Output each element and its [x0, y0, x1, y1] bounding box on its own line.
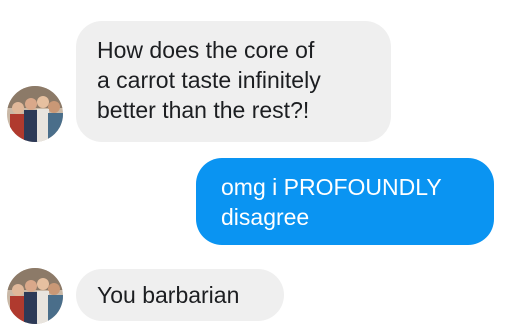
outgoing-message-bubble[interactable]: omg i PROFOUNDLY disagree: [196, 158, 494, 245]
sender-avatar[interactable]: [7, 268, 63, 324]
incoming-message-bubble[interactable]: You barbarian: [76, 269, 284, 321]
group-photo-avatar-icon: [7, 268, 63, 324]
incoming-message-bubble[interactable]: How does the core of a carrot taste infi…: [76, 21, 391, 142]
sender-avatar[interactable]: [7, 86, 63, 142]
group-photo-avatar-icon: [7, 86, 63, 142]
